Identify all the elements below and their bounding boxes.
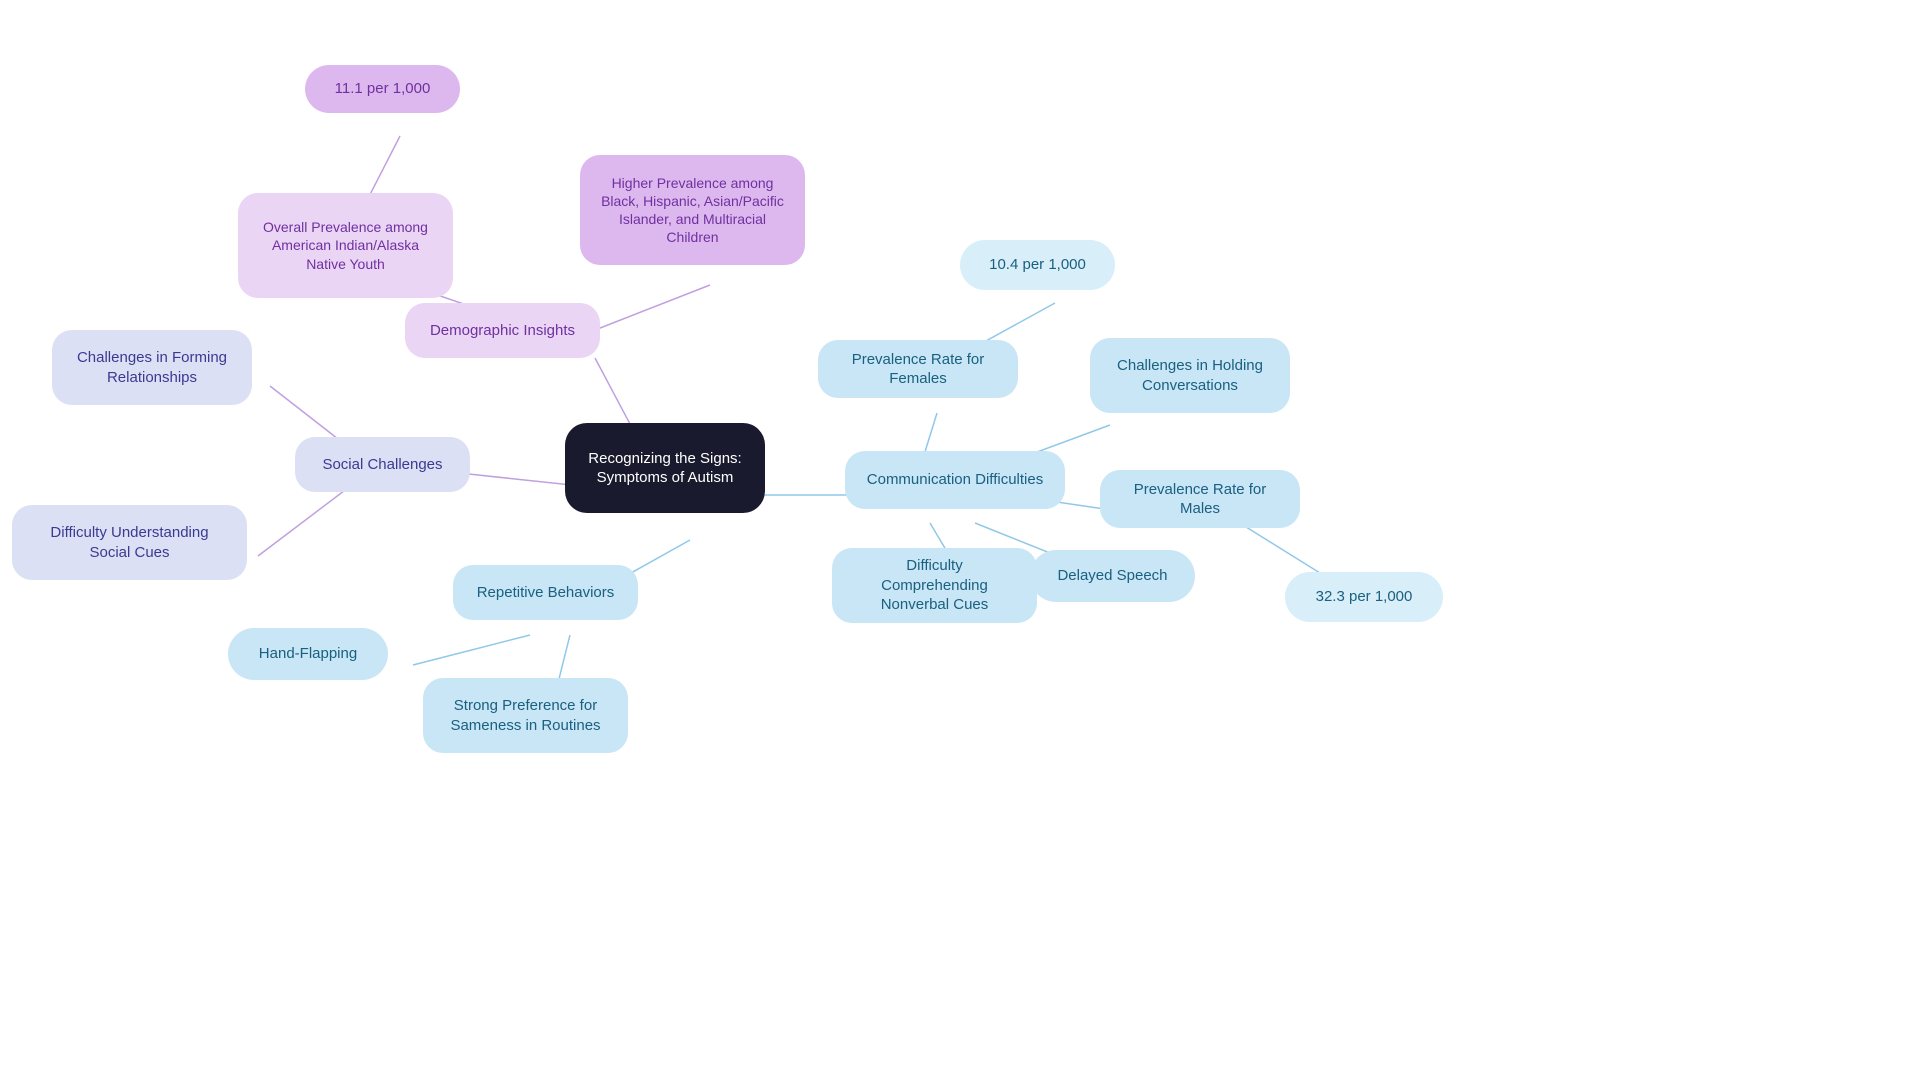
challenges-conversations-node: Challenges in Holding Conversations: [1090, 338, 1290, 413]
prevalence-323-label: 32.3 per 1,000: [1316, 587, 1413, 607]
prevalence-111-node: 11.1 per 1,000: [305, 65, 460, 113]
social-challenges-label: Social Challenges: [322, 455, 442, 475]
strong-preference-node: Strong Preference for Sameness in Routin…: [423, 678, 628, 753]
delayed-speech-node: Delayed Speech: [1030, 550, 1195, 602]
overall-prevalence-label: Overall Prevalence among American Indian…: [258, 218, 433, 273]
repetitive-behaviors-label: Repetitive Behaviors: [477, 583, 615, 603]
prevalence-males-label: Prevalence Rate for Males: [1120, 480, 1280, 519]
prevalence-females-node: Prevalence Rate for Females: [818, 340, 1018, 398]
center-node: Recognizing the Signs: Symptoms of Autis…: [565, 423, 765, 513]
prevalence-104-node: 10.4 per 1,000: [960, 240, 1115, 290]
difficulty-social-node: Difficulty Understanding Social Cues: [12, 505, 247, 580]
delayed-speech-label: Delayed Speech: [1057, 566, 1167, 586]
hand-flapping-label: Hand-Flapping: [259, 644, 357, 664]
prevalence-104-label: 10.4 per 1,000: [989, 255, 1086, 275]
prevalence-323-node: 32.3 per 1,000: [1285, 572, 1443, 622]
difficulty-cues-node: Difficulty Comprehending Nonverbal Cues: [832, 548, 1037, 623]
difficulty-social-label: Difficulty Understanding Social Cues: [32, 523, 227, 562]
center-label: Recognizing the Signs: Symptoms of Autis…: [588, 449, 741, 488]
challenges-conversations-label: Challenges in Holding Conversations: [1110, 356, 1270, 395]
repetitive-behaviors-node: Repetitive Behaviors: [453, 565, 638, 620]
communication-difficulties-label: Communication Difficulties: [867, 470, 1043, 490]
hand-flapping-node: Hand-Flapping: [228, 628, 388, 680]
overall-prevalence-node: Overall Prevalence among American Indian…: [238, 193, 453, 298]
higher-prevalence-node: Higher Prevalence among Black, Hispanic,…: [580, 155, 805, 265]
challenges-forming-node: Challenges in Forming Relationships: [52, 330, 252, 405]
social-challenges-node: Social Challenges: [295, 437, 470, 492]
difficulty-cues-label: Difficulty Comprehending Nonverbal Cues: [852, 556, 1017, 615]
prevalence-females-label: Prevalence Rate for Females: [838, 350, 998, 389]
mind-map: Recognizing the Signs: Symptoms of Autis…: [0, 0, 1920, 1083]
connections-layer: [0, 0, 1920, 1083]
prevalence-males-node: Prevalence Rate for Males: [1100, 470, 1300, 528]
challenges-forming-label: Challenges in Forming Relationships: [72, 348, 232, 387]
demographic-insights-node: Demographic Insights: [405, 303, 600, 358]
higher-prevalence-label: Higher Prevalence among Black, Hispanic,…: [600, 174, 785, 247]
prevalence-111-label: 11.1 per 1,000: [335, 79, 431, 99]
demographic-insights-label: Demographic Insights: [430, 321, 575, 341]
strong-preference-label: Strong Preference for Sameness in Routin…: [443, 696, 608, 735]
communication-difficulties-node: Communication Difficulties: [845, 451, 1065, 509]
